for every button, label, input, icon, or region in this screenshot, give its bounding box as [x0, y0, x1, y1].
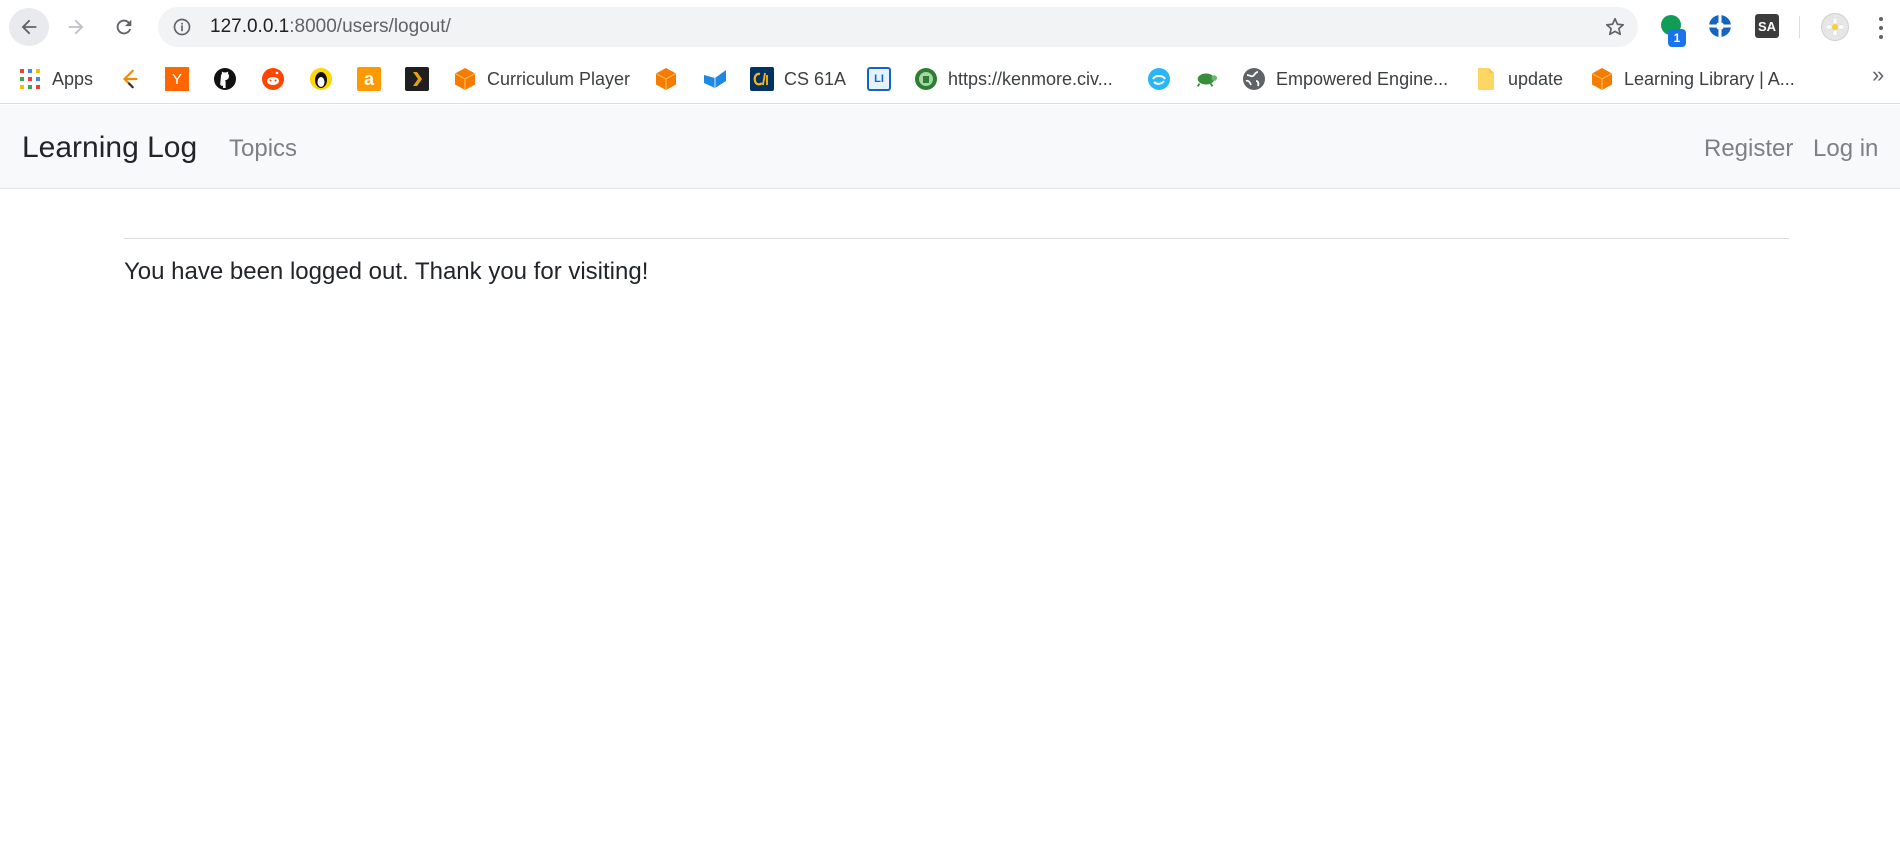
li-icon: LI [867, 67, 891, 91]
browser-menu-button[interactable] [1872, 15, 1890, 41]
info-icon[interactable] [172, 17, 192, 37]
bookmark-apps[interactable]: Apps [18, 64, 93, 94]
bookmark-reddit[interactable] [261, 64, 285, 94]
ycombinator-letter: Y [171, 70, 182, 88]
bookmark-ycombinator[interactable]: Y [165, 64, 189, 94]
github-icon [213, 67, 237, 91]
orange-cube-icon [1590, 67, 1614, 91]
sa-extension-label: SA [1757, 18, 1777, 34]
reload-button[interactable] [104, 8, 144, 46]
amazon-icon: a [357, 67, 381, 91]
brand-link[interactable]: Learning Log [22, 131, 197, 165]
bookmark-update[interactable]: update [1474, 64, 1563, 94]
bookmark-plex[interactable] [405, 64, 429, 94]
bookmark-cube[interactable] [654, 64, 678, 94]
browser-toolbar: 127.0.0.1:8000/users/logout/ 1 SA [0, 0, 1900, 54]
profile-avatar[interactable] [1821, 13, 1849, 41]
open-book-icon [703, 67, 727, 91]
yellow-doc-icon [1474, 67, 1498, 91]
content-divider [124, 238, 1789, 239]
logout-message: You have been logged out. Thank you for … [124, 258, 649, 285]
bookmark-amazon[interactable]: a [357, 64, 381, 94]
bookmark-li[interactable]: LI [867, 64, 891, 94]
site-navbar: Learning Log Topics Register Log in [0, 105, 1900, 189]
star-bookmark-icon[interactable] [1604, 16, 1626, 38]
bookmark-kenmore-label: https://kenmore.civ... [948, 68, 1113, 89]
address-bar[interactable]: 127.0.0.1:8000/users/logout/ [158, 7, 1638, 47]
arrow-left-icon [21, 19, 37, 35]
forward-button[interactable] [56, 8, 96, 46]
globe-icon [1242, 67, 1266, 91]
apps-grid-icon [18, 67, 42, 91]
bookmark-github[interactable] [213, 64, 237, 94]
li-label: LI [874, 73, 884, 85]
bookmark-empowered-label: Empowered Engine... [1276, 68, 1449, 89]
bookmark-update-label: update [1508, 68, 1564, 89]
ycombinator-icon: Y [165, 67, 189, 91]
plex-icon [405, 67, 429, 91]
nav-login-link[interactable]: Log in [1813, 136, 1878, 162]
nav-topics-link[interactable]: Topics [229, 136, 297, 162]
nav-register-link[interactable]: Register [1704, 136, 1793, 162]
leetcode-icon [118, 67, 142, 91]
berkeley-cal-icon [750, 67, 774, 91]
bookmark-curriculum-player[interactable]: Curriculum Player [453, 64, 630, 94]
reload-icon [116, 19, 132, 35]
bookmark-library-label: Learning Library | A... [1624, 68, 1795, 89]
bookmark-edge-blue[interactable] [1147, 64, 1171, 94]
bookmark-apps-label: Apps [52, 68, 94, 89]
flower-icon [1826, 18, 1844, 36]
orange-cube-icon [654, 67, 678, 91]
orange-cube-icon [453, 67, 477, 91]
penguin-icon [309, 67, 333, 91]
turtle-icon [1194, 67, 1218, 91]
blue-swirl-icon [1147, 67, 1171, 91]
url-text: 127.0.0.1:8000/users/logout/ [210, 17, 451, 37]
toolbar-divider [1799, 16, 1800, 38]
back-button[interactable] [9, 8, 49, 46]
bookmark-cs61a[interactable]: CS 61A [750, 64, 846, 94]
more-bookmarks-chevron-icon[interactable]: » [1872, 62, 1884, 88]
url-path: :8000/users/logout/ [289, 16, 451, 37]
bookmark-book[interactable] [703, 64, 727, 94]
bookmark-curriculum-label: Curriculum Player [487, 68, 631, 89]
amazon-letter: a [363, 68, 374, 89]
bookmark-leetcode[interactable] [118, 64, 142, 94]
bookmark-turtle[interactable] [1194, 64, 1218, 94]
bookmark-cs61a-label: CS 61A [784, 68, 847, 89]
bookmark-penguin[interactable] [309, 64, 333, 94]
arrow-right-icon [68, 19, 84, 35]
bookmark-kenmore[interactable]: https://kenmore.civ... [914, 64, 1113, 94]
green-seal-icon [914, 67, 938, 91]
bookmark-empowered[interactable]: Empowered Engine... [1242, 64, 1448, 94]
sa-extension-icon[interactable]: SA [1755, 14, 1779, 38]
bookmark-learning-library[interactable]: Learning Library | A... [1590, 64, 1795, 94]
extension-badge: 1 [1668, 29, 1686, 47]
lifesaver-extension-icon[interactable] [1708, 14, 1732, 38]
bookmarks-bar: Apps Y a Curriculum Player CS 61A LI htt… [0, 54, 1900, 104]
url-host: 127.0.0.1 [210, 16, 290, 37]
reddit-icon [261, 67, 285, 91]
